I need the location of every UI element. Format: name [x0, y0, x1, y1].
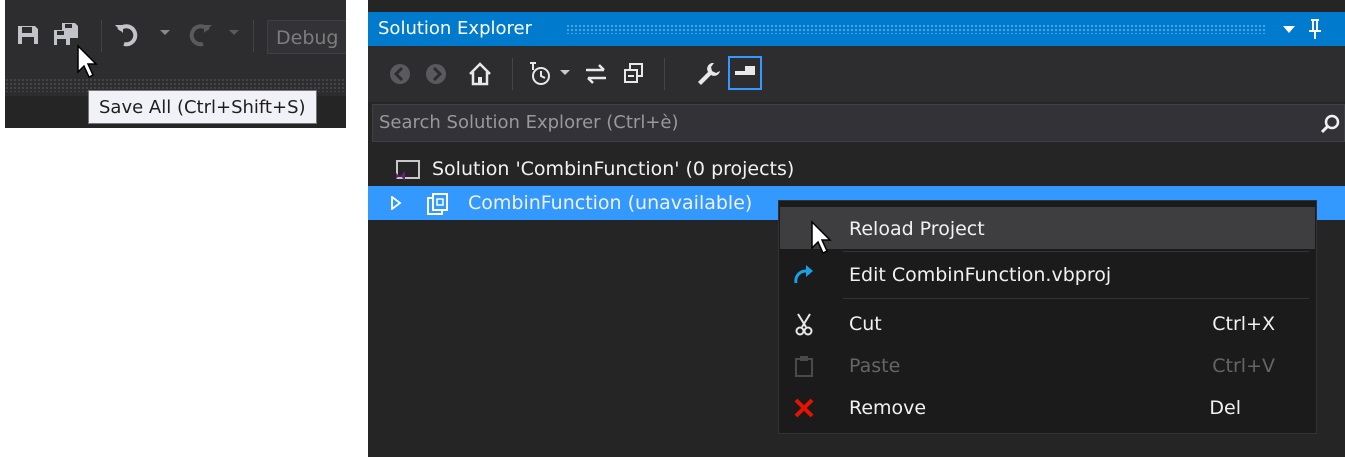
expand-arrow-icon[interactable] [390, 196, 402, 210]
title-grip [566, 24, 1266, 34]
menu-item-remove[interactable]: Remove Del [780, 387, 1315, 429]
forward-icon [426, 64, 446, 84]
red-x-icon [794, 398, 814, 418]
menu-item-shortcut: Ctrl+V [1212, 355, 1275, 377]
scissors-icon [795, 313, 813, 336]
panel-title: Solution Explorer [378, 18, 532, 39]
menu-item-label: Cut [849, 313, 882, 335]
clipboard-icon [795, 356, 813, 377]
context-menu: Reload Project Edit CombinFunction.vbpro… [778, 200, 1317, 434]
toolbar-separator [664, 58, 665, 90]
menu-item-shortcut: Del [1209, 397, 1241, 419]
toolbar-separator [253, 20, 254, 52]
tree-item-label: CombinFunction (unavailable) [468, 192, 753, 214]
tree-item-solution[interactable]: Solution 'CombinFunction' (0 projects) [368, 152, 1345, 186]
preview-icon[interactable] [728, 56, 762, 90]
filter-dropdown-arrow-icon[interactable] [560, 70, 570, 75]
menu-item-cut[interactable]: Cut Ctrl+X [780, 303, 1315, 345]
home-icon[interactable] [466, 60, 494, 88]
menu-item-label: Edit CombinFunction.vbproj [849, 264, 1112, 286]
solution-icon [396, 160, 420, 181]
pending-changes-filter-icon[interactable] [526, 60, 554, 88]
menu-item-edit-project-file[interactable]: Edit CombinFunction.vbproj [780, 254, 1315, 296]
redo-dropdown-arrow-icon [229, 30, 239, 35]
solution-explorer-title-bar[interactable]: Solution Explorer [368, 12, 1345, 46]
mouse-cursor-icon [811, 220, 832, 255]
collapse-all-icon[interactable] [620, 60, 648, 88]
menu-item-shortcut: Ctrl+X [1212, 313, 1275, 335]
toolbar-separator [512, 58, 513, 90]
sync-icon[interactable] [582, 60, 610, 88]
save-icon[interactable] [13, 20, 43, 50]
back-icon [390, 64, 410, 84]
search-input[interactable]: Search Solution Explorer (Ctrl+è) [372, 104, 1345, 142]
window-position-dropdown-icon[interactable] [1283, 26, 1295, 33]
menu-item-label: Paste [849, 355, 901, 377]
menu-item-paste: Paste Ctrl+V [780, 345, 1315, 387]
menu-item-label: Reload Project [849, 218, 985, 240]
solution-configuration-select[interactable]: Debug [267, 20, 346, 54]
menu-separator [843, 251, 1309, 252]
menu-item-label: Remove [849, 397, 927, 419]
unavailable-project-icon [427, 193, 448, 215]
edit-redo-arrow-icon [794, 265, 813, 284]
mouse-cursor-icon [77, 44, 98, 79]
menu-separator [843, 298, 1309, 299]
search-icon[interactable] [1319, 113, 1341, 135]
toolbar-separator [101, 20, 102, 52]
redo-icon [189, 24, 212, 47]
tree-item-label: Solution 'CombinFunction' (0 projects) [432, 158, 795, 180]
undo-icon[interactable] [113, 20, 143, 50]
save-all-tooltip: Save All (Ctrl+Shift+S) [88, 90, 317, 124]
undo-dropdown-arrow-icon[interactable] [160, 30, 170, 35]
pin-icon[interactable] [1308, 18, 1322, 40]
properties-icon[interactable] [694, 60, 722, 88]
solution-explorer-toolbar [368, 46, 1345, 102]
search-placeholder: Search Solution Explorer (Ctrl+è) [379, 112, 679, 133]
standard-toolbar-row: Debug [5, 8, 346, 58]
menu-item-reload-project[interactable]: Reload Project [780, 207, 1315, 249]
